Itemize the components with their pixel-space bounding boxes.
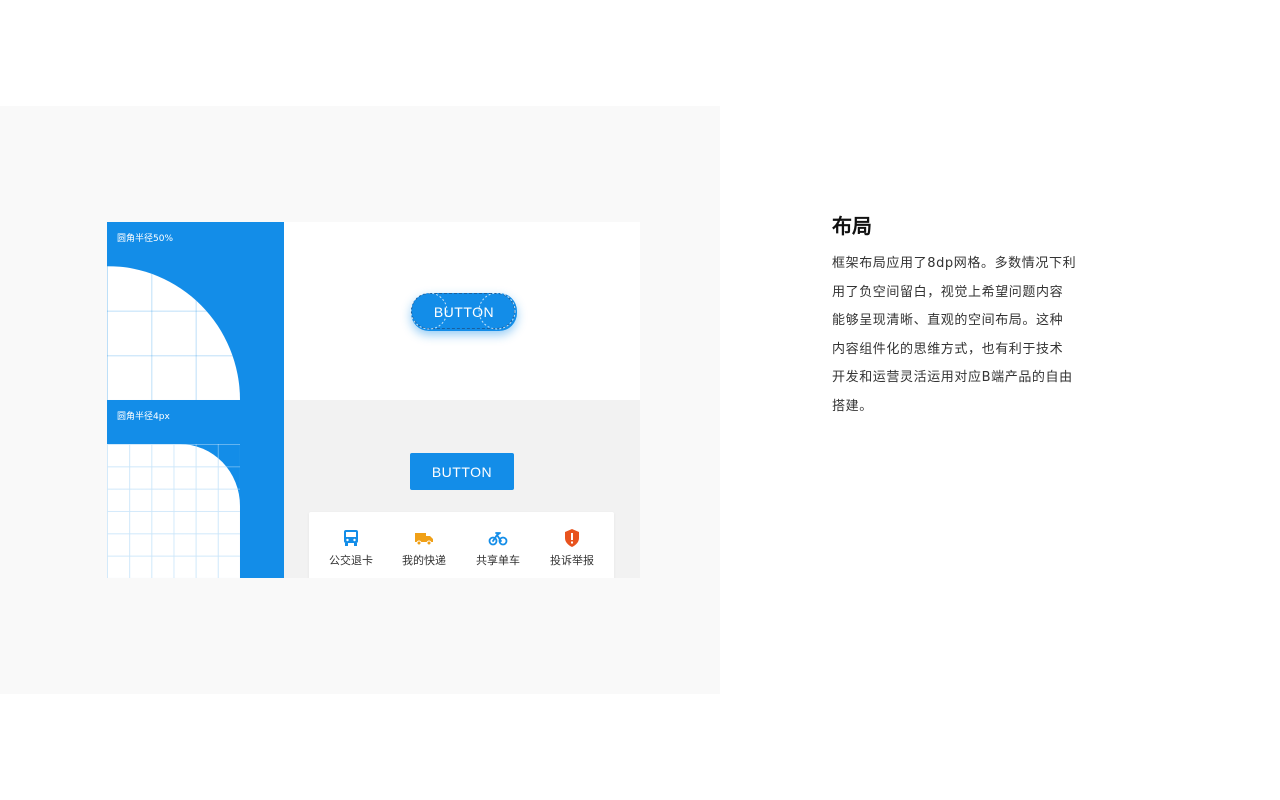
rect-button[interactable]: BUTTON [410,453,514,490]
radius-50-grid [107,266,240,400]
rect-button-panel: BUTTON 公交退卡 我的快递 共享单车 投诉举报 [284,400,640,578]
caption-radius-50: 圆角半径50% [117,234,174,244]
shortcut-label: 公交退卡 [329,554,373,567]
rect-button-label: BUTTON [431,463,493,480]
description-line: 用了负空间留白，视觉上希望问题内容 [832,284,1064,300]
description-line: 开发和运营灵活运用对应B端产品的自由 [832,370,1073,385]
caption-radius-4px: 圆角半径4px [117,412,170,422]
layout-illustration: 圆角半径50% 圆角半径4px BUTTON BUTTON 公交退卡 我的快递 … [107,222,640,578]
section-description: 框架布局应用了8dp网格。多数情况下利 用了负空间留白，视觉上希望问题内容 能够… [832,250,1088,421]
shortcut-card: 公交退卡 我的快递 共享单车 投诉举报 [309,512,614,578]
radius-4px-grid [107,444,240,578]
radius-demo-column: 圆角半径50% 圆角半径4px [107,222,284,578]
pill-button[interactable]: BUTTON [411,293,517,331]
truck-icon [414,528,434,548]
shortcut-my-delivery[interactable]: 我的快递 [386,512,462,578]
shortcut-shared-bike[interactable]: 共享单车 [460,512,536,578]
shortcut-label: 投诉举报 [550,554,594,567]
shield-alert-icon [562,528,582,548]
description-line: 内容组件化的思维方式，也有利于技术 [832,341,1064,357]
section-title: 布局 [832,214,872,238]
shortcut-label: 共享单车 [476,554,520,567]
shortcut-label: 我的快递 [402,554,446,567]
bus-icon [341,528,361,548]
description-line: 框架布局应用了8dp网格。多数情况下利 [832,256,1077,271]
bicycle-icon [488,528,508,548]
description-line: 搭建。 [832,398,873,414]
shortcut-complaint-report[interactable]: 投诉举报 [534,512,610,578]
shortcut-bus-refund[interactable]: 公交退卡 [313,512,389,578]
pill-button-panel: BUTTON [284,222,640,400]
pill-button-label: BUTTON [433,304,495,320]
description-line: 能够呈现清晰、直观的空间布局。这种 [832,313,1064,328]
